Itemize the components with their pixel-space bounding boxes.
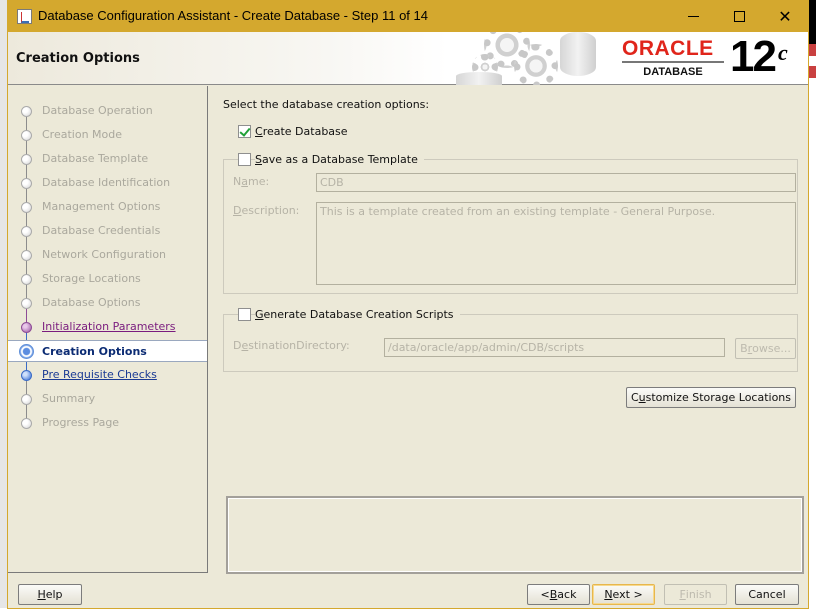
nav-step-pre-requisite-checks[interactable]: Pre Requisite Checks bbox=[8, 364, 207, 386]
step-status-icon bbox=[21, 202, 32, 213]
maximize-button[interactable] bbox=[716, 1, 762, 32]
nav-step-storage-locations: Storage Locations bbox=[8, 268, 207, 290]
nav-step-initialization-parameters[interactable]: Initialization Parameters bbox=[8, 316, 207, 338]
dbca-window: Database Configuration Assistant - Creat… bbox=[7, 0, 809, 609]
generate-scripts-checkbox[interactable] bbox=[238, 308, 251, 321]
step-label: Management Options bbox=[42, 200, 161, 213]
destination-directory-input[interactable]: /data/oracle/app/admin/CDB/scripts bbox=[384, 338, 725, 357]
destination-directory-label: DestinationDirectory: bbox=[233, 339, 350, 352]
step-label: Database Options bbox=[42, 296, 141, 309]
step-status-icon bbox=[21, 394, 32, 405]
step-label: Progress Page bbox=[42, 416, 120, 429]
instructions-label: Select the database creation options: bbox=[223, 98, 430, 111]
minimize-icon bbox=[687, 16, 699, 17]
gears-decoration-icon bbox=[456, 32, 596, 85]
next-button[interactable]: Next > bbox=[592, 584, 655, 605]
nav-step-database-identification: Database Identification bbox=[8, 172, 207, 194]
step-status-icon bbox=[19, 344, 34, 359]
nav-step-database-operation: Database Operation bbox=[8, 100, 207, 122]
step-status-icon bbox=[21, 154, 32, 165]
step-label: Database Identification bbox=[42, 176, 171, 189]
step-label: Database Template bbox=[42, 152, 149, 165]
step-status-icon bbox=[21, 178, 32, 189]
step-status-icon bbox=[21, 250, 32, 261]
window-title: Database Configuration Assistant - Creat… bbox=[38, 8, 428, 23]
step-label: Network Configuration bbox=[42, 248, 167, 261]
step-status-icon bbox=[21, 274, 32, 285]
creation-options-panel: Select the database creation options: Cr… bbox=[218, 86, 808, 574]
background-window-bottom bbox=[0, 608, 816, 616]
template-description-label: Description: bbox=[233, 204, 300, 217]
step-label: Initialization Parameters bbox=[42, 320, 176, 333]
step-status-icon bbox=[21, 226, 32, 237]
save-template-label[interactable]: Save as a Database Template bbox=[255, 153, 424, 166]
step-status-icon bbox=[21, 106, 32, 117]
wizard-steps-nav: Database Operation Creation Mode Database … bbox=[8, 86, 208, 573]
step-label: Storage Locations bbox=[42, 272, 141, 285]
maximize-icon bbox=[733, 11, 745, 22]
message-area bbox=[226, 496, 804, 574]
step-label: Pre Requisite Checks bbox=[42, 368, 157, 381]
step-status-icon bbox=[21, 322, 32, 333]
nav-step-summary: Summary bbox=[8, 388, 207, 410]
nav-step-database-credentials: Database Credentials bbox=[8, 220, 207, 242]
create-database-checkbox[interactable] bbox=[238, 125, 251, 138]
browse-button[interactable]: Br owse... bbox=[735, 338, 796, 359]
oracle-logo: ORACLE DATABASE bbox=[622, 38, 724, 78]
step-label: Creation Mode bbox=[42, 128, 123, 141]
close-icon: ✕ bbox=[778, 6, 792, 26]
page-title: Creation Options bbox=[16, 51, 140, 66]
step-status-icon bbox=[21, 370, 32, 381]
step-label: Creation Options bbox=[42, 345, 147, 358]
nav-step-database-template: Database Template bbox=[8, 148, 207, 170]
nav-step-creation-options[interactable]: Creation Options bbox=[8, 340, 207, 362]
title-bar[interactable]: Database Configuration Assistant - Creat… bbox=[8, 1, 808, 32]
background-window-right bbox=[808, 0, 816, 616]
template-name-input[interactable]: CDB bbox=[316, 173, 796, 192]
nav-step-creation-mode: Creation Mode bbox=[8, 124, 207, 146]
step-label: Summary bbox=[42, 392, 96, 405]
generate-scripts-label[interactable]: Generate Database Creation Scripts bbox=[255, 308, 460, 321]
nav-step-management-options: Management Options bbox=[8, 196, 207, 218]
nav-step-database-options: Database Options bbox=[8, 292, 207, 314]
save-template-checkbox[interactable] bbox=[238, 153, 251, 166]
create-database-label[interactable]: Create Database bbox=[255, 125, 348, 138]
nav-step-progress-page: Progress Page bbox=[8, 412, 207, 434]
minimize-button[interactable] bbox=[670, 1, 716, 32]
step-status-icon bbox=[21, 298, 32, 309]
customize-storage-locations-button[interactable]: Cu stomize Storage Locations bbox=[626, 387, 796, 408]
finish-button[interactable]: Finish bbox=[664, 584, 727, 605]
help-button[interactable]: Help bbox=[18, 584, 82, 605]
wizard-header: Creation Options ORACLE DATABASE 12 c bbox=[8, 32, 808, 85]
close-button[interactable]: ✕ bbox=[762, 1, 808, 32]
template-description-textarea[interactable]: This is a template created from an exist… bbox=[316, 202, 796, 285]
step-status-icon bbox=[21, 418, 32, 429]
cancel-button[interactable]: Cancel bbox=[735, 584, 799, 605]
template-name-label: Name: bbox=[233, 175, 270, 188]
step-label: Database Operation bbox=[42, 104, 153, 117]
version-badge: 12 c bbox=[730, 32, 788, 81]
java-app-icon bbox=[17, 9, 32, 24]
nav-step-network-configuration: Network Configuration bbox=[8, 244, 207, 266]
step-label: Database Credentials bbox=[42, 224, 161, 237]
step-status-icon bbox=[21, 130, 32, 141]
back-button[interactable]: < Back bbox=[527, 584, 590, 605]
